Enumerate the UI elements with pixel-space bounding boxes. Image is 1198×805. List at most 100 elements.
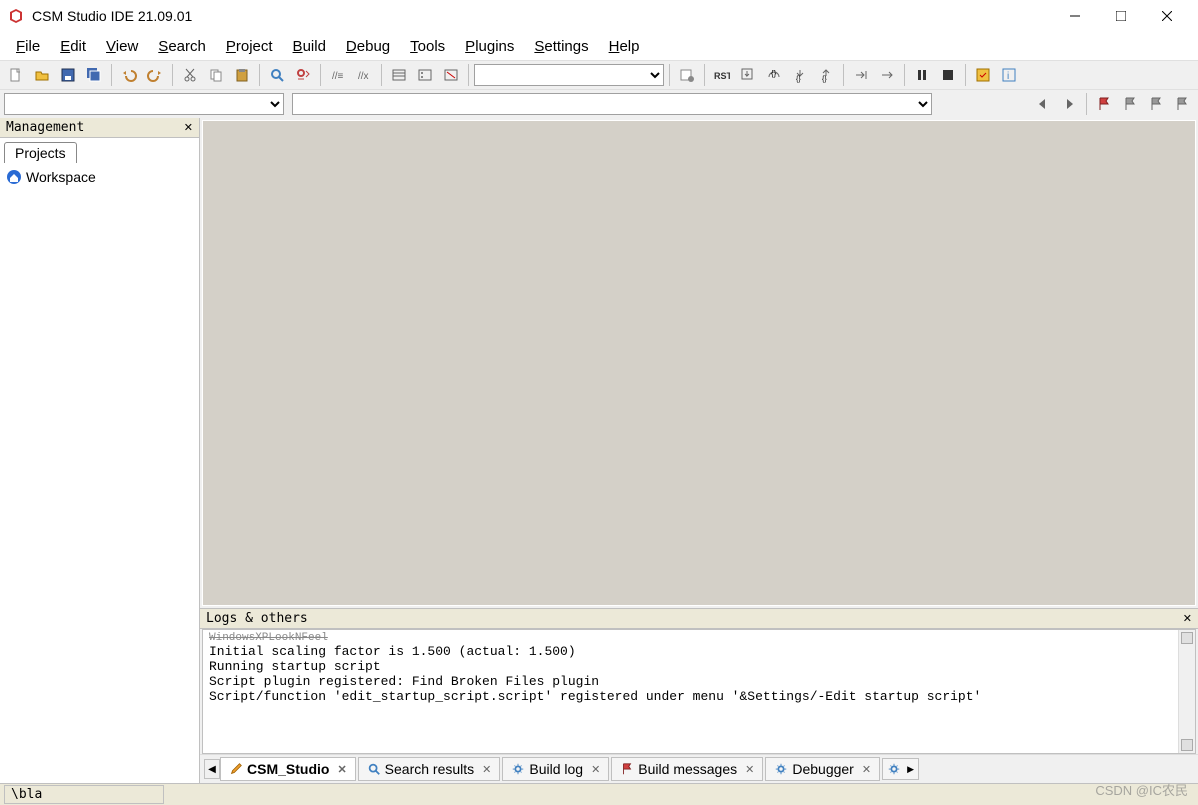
logtab-close-icon[interactable]: ✕ — [591, 763, 600, 776]
run-to-button[interactable] — [849, 63, 873, 87]
continue-button[interactable] — [875, 63, 899, 87]
log-line: WindowsXPLookNFeel — [209, 632, 1189, 644]
logs-body[interactable]: WindowsXPLookNFeelInitial scaling factor… — [202, 629, 1196, 754]
flag-red-button[interactable] — [1092, 92, 1116, 116]
redo-button[interactable] — [143, 63, 167, 87]
menu-help[interactable]: Help — [599, 36, 650, 57]
paste-button[interactable] — [230, 63, 254, 87]
menu-view[interactable]: View — [96, 36, 148, 57]
cut-button[interactable] — [178, 63, 202, 87]
logtab-close-icon[interactable]: ✕ — [745, 763, 754, 776]
logtab-close-icon[interactable]: ✕ — [337, 763, 346, 776]
tree-root-workspace[interactable]: Workspace — [6, 169, 193, 185]
log-line: Script plugin registered: Find Broken Fi… — [209, 674, 1189, 689]
status-cell: \bla — [4, 785, 164, 804]
target-combo[interactable] — [4, 93, 284, 115]
open-icon — [34, 67, 50, 83]
bookmark-clear-button[interactable] — [439, 63, 463, 87]
logtab-search-results[interactable]: Search results✕ — [358, 757, 501, 781]
menu-project[interactable]: Project — [216, 36, 283, 57]
menu-settings[interactable]: Settings — [524, 36, 598, 57]
flag-grey-1-icon — [1122, 96, 1138, 112]
paste-icon — [234, 67, 250, 83]
highlight-mark-button[interactable]: //x — [352, 63, 376, 87]
logtab-build-log[interactable]: Build log✕ — [502, 757, 609, 781]
find-icon — [269, 67, 285, 83]
target-settings-button[interactable] — [675, 63, 699, 87]
logtab-label: Debugger — [792, 761, 854, 777]
tab-projects[interactable]: Projects — [4, 142, 77, 163]
maximize-button[interactable] — [1098, 0, 1144, 32]
nav-back-button[interactable] — [1031, 92, 1055, 116]
svg-text:{}: {} — [796, 76, 801, 83]
workspace-label: Workspace — [26, 169, 96, 185]
menu-debug[interactable]: Debug — [336, 36, 400, 57]
logs-tabstrip: ◀ CSM_Studio✕Search results✕Build log✕Bu… — [200, 754, 1198, 783]
menu-file[interactable]: File — [6, 36, 50, 57]
flag-grey-1-button[interactable] — [1118, 92, 1142, 116]
menu-plugins[interactable]: Plugins — [455, 36, 524, 57]
find-button[interactable] — [265, 63, 289, 87]
nav-forward-icon — [1061, 96, 1077, 112]
menubar: FileEditViewSearchProjectBuildDebugTools… — [0, 32, 1198, 60]
titlebar: CSM Studio IDE 21.09.01 — [0, 0, 1198, 32]
close-button[interactable] — [1144, 0, 1190, 32]
tabstrip-prev[interactable]: ◀ — [204, 759, 220, 779]
logs-close-icon[interactable]: ✕ — [1183, 612, 1192, 625]
rst-button[interactable]: RST — [710, 63, 734, 87]
log-line: Initial scaling factor is 1.500 (actual:… — [209, 644, 1189, 659]
bookmark-list-button[interactable] — [413, 63, 437, 87]
copy-button[interactable] — [204, 63, 228, 87]
save-all-button[interactable] — [82, 63, 106, 87]
logtab-build-messages[interactable]: Build messages ✕ — [611, 757, 763, 781]
menu-tools[interactable]: Tools — [400, 36, 455, 57]
flag-grey-2-button[interactable] — [1144, 92, 1168, 116]
undo-icon — [121, 67, 137, 83]
cut-icon — [182, 67, 198, 83]
build-target-combo[interactable] — [474, 64, 664, 86]
svg-text://≡: //≡ — [332, 71, 344, 82]
replace-button[interactable] — [291, 63, 315, 87]
nav-forward-button[interactable] — [1057, 92, 1081, 116]
logs-scrollbar[interactable] — [1178, 630, 1195, 753]
step-into-button[interactable]: {} — [788, 63, 812, 87]
logtab-close-icon[interactable]: ✕ — [482, 763, 491, 776]
management-panel: Management ✕ Projects Workspace — [0, 118, 200, 783]
project-tree[interactable]: Workspace — [0, 163, 199, 191]
new-file-button[interactable] — [4, 63, 28, 87]
flag-grey-3-button[interactable] — [1170, 92, 1194, 116]
symbol-combo[interactable] — [292, 93, 932, 115]
logtab-debugger[interactable]: Debugger ✕ — [765, 757, 880, 781]
undo-button[interactable] — [117, 63, 141, 87]
logtab-close-icon[interactable]: ✕ — [862, 763, 871, 776]
stop-button[interactable] — [936, 63, 960, 87]
save-button[interactable] — [56, 63, 80, 87]
save-all-icon — [86, 67, 102, 83]
pause-button[interactable] — [910, 63, 934, 87]
flag-grey-2-icon — [1148, 96, 1164, 112]
search-icon — [367, 762, 381, 776]
menu-build[interactable]: Build — [283, 36, 336, 57]
copy-icon — [208, 67, 224, 83]
info-button[interactable]: i — [997, 63, 1021, 87]
logtab-label: Build messages — [638, 761, 737, 777]
flag-red-icon — [1096, 96, 1112, 112]
flag-icon — [620, 762, 634, 776]
debug-highlight-button[interactable] — [971, 63, 995, 87]
highlight-off-button[interactable]: //≡ — [326, 63, 350, 87]
gear-icon — [774, 762, 788, 776]
step-over-button[interactable]: {} — [762, 63, 786, 87]
logtab-more[interactable]: ▶ — [882, 758, 919, 780]
menu-search[interactable]: Search — [148, 36, 216, 57]
open-button[interactable] — [30, 63, 54, 87]
logtab-csm_studio[interactable]: CSM_Studio✕ — [220, 757, 356, 781]
management-close-icon[interactable]: ✕ — [184, 121, 193, 134]
minimize-button[interactable] — [1052, 0, 1098, 32]
menu-edit[interactable]: Edit — [50, 36, 96, 57]
step-out-button[interactable]: {} — [814, 63, 838, 87]
save-icon — [60, 67, 76, 83]
highlight-mark-icon: //x — [356, 67, 372, 83]
svg-text:i: i — [1007, 71, 1009, 82]
bookmark-block-button[interactable] — [387, 63, 411, 87]
step-down-button[interactable] — [736, 63, 760, 87]
